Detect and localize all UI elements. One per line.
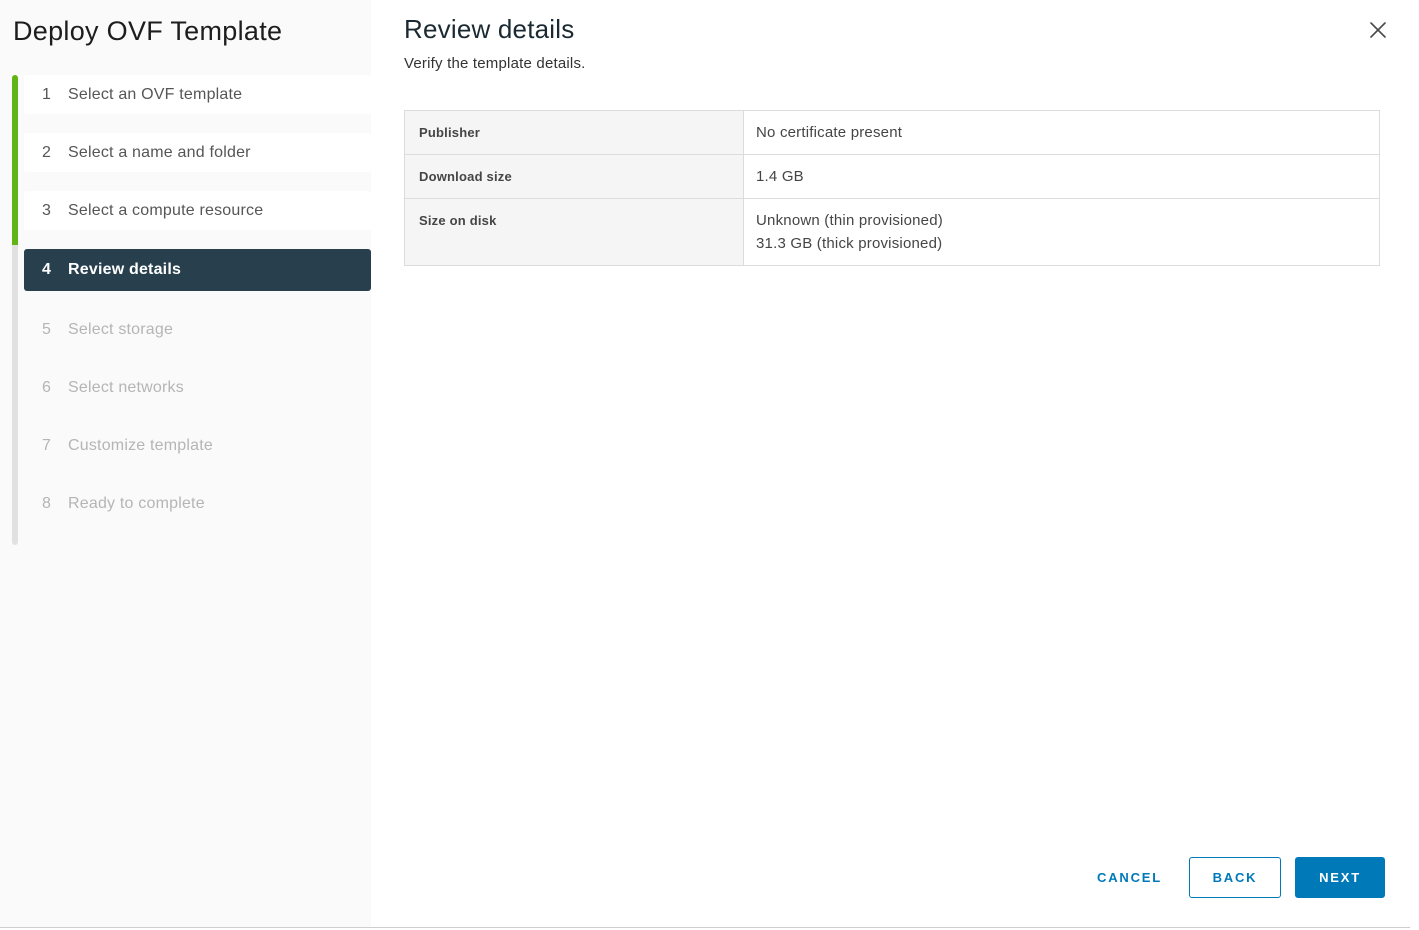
table-row-publisher: Publisher No certificate present: [405, 111, 1380, 155]
value-line: No certificate present: [756, 121, 1367, 144]
step-number: 2: [42, 144, 58, 162]
step-label: Select a name and folder: [68, 144, 251, 162]
progress-track-completed: [12, 75, 18, 245]
step-content-panel: Review details Verify the template detai…: [371, 0, 1410, 927]
step-number: 7: [42, 437, 58, 455]
row-value: 1.4 GB: [744, 155, 1380, 199]
step-ready-to-complete: 8 Ready to complete: [24, 484, 371, 523]
wizard-sidebar: Deploy OVF Template 1 Select an OVF temp…: [0, 0, 371, 927]
wizard-footer-actions: CANCEL BACK NEXT: [1097, 857, 1385, 898]
table-row-download-size: Download size 1.4 GB: [405, 155, 1380, 199]
step-select-storage: 5 Select storage: [24, 310, 371, 349]
step-label: Ready to complete: [68, 495, 205, 513]
step-select-networks: 6 Select networks: [24, 368, 371, 407]
step-customize-template: 7 Customize template: [24, 426, 371, 465]
step-number: 1: [42, 86, 58, 104]
row-label: Publisher: [405, 111, 744, 155]
back-button[interactable]: BACK: [1189, 857, 1281, 898]
template-details-table: Publisher No certificate present Downloa…: [404, 110, 1380, 266]
step-label: Select networks: [68, 379, 184, 397]
row-label: Size on disk: [405, 199, 744, 266]
step-label: Customize template: [68, 437, 213, 455]
row-label: Download size: [405, 155, 744, 199]
step-select-name-folder[interactable]: 2 Select a name and folder: [24, 133, 371, 172]
row-value: Unknown (thin provisioned) 31.3 GB (thic…: [744, 199, 1380, 266]
step-number: 6: [42, 379, 58, 397]
step-label: Select an OVF template: [68, 86, 242, 104]
step-label: Select storage: [68, 321, 173, 339]
table-row-size-on-disk: Size on disk Unknown (thin provisioned) …: [405, 199, 1380, 266]
deploy-ovf-template-dialog: Deploy OVF Template 1 Select an OVF temp…: [0, 0, 1410, 928]
step-select-compute-resource[interactable]: 3 Select a compute resource: [24, 191, 371, 230]
cancel-button[interactable]: CANCEL: [1097, 870, 1162, 885]
value-line: Unknown (thin provisioned): [756, 209, 1367, 232]
wizard-steps: 1 Select an OVF template 2 Select a name…: [0, 48, 371, 523]
step-review-details[interactable]: 4 Review details: [24, 249, 371, 291]
step-number: 4: [42, 261, 58, 279]
value-line: 1.4 GB: [756, 165, 1367, 188]
step-number: 8: [42, 495, 58, 513]
step-select-ovf-template[interactable]: 1 Select an OVF template: [24, 75, 371, 114]
next-button[interactable]: NEXT: [1295, 857, 1385, 898]
row-value: No certificate present: [744, 111, 1380, 155]
close-icon[interactable]: [1365, 17, 1391, 43]
step-number: 5: [42, 321, 58, 339]
page-subtitle: Verify the template details.: [404, 55, 1380, 72]
value-line: 31.3 GB (thick provisioned): [756, 232, 1367, 255]
dialog-title: Deploy OVF Template: [0, 0, 371, 48]
step-label: Review details: [68, 261, 181, 279]
page-title: Review details: [404, 0, 1380, 46]
step-label: Select a compute resource: [68, 202, 263, 220]
step-number: 3: [42, 202, 58, 220]
progress-track-remaining: [12, 245, 18, 545]
